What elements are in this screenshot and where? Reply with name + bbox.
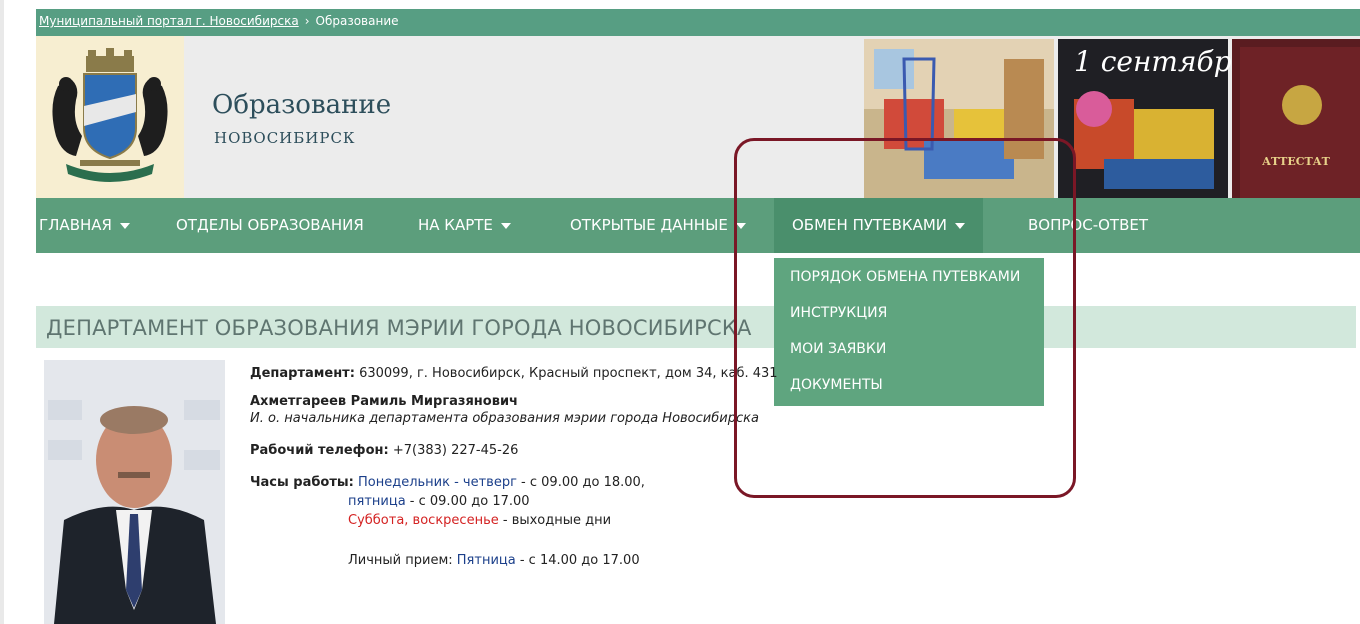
coat-of-arms-icon xyxy=(52,48,168,182)
main-nav: ГЛАВНАЯ ОТДЕЛЫ ОБРАЗОВАНИЯ НА КАРТЕ ОТКР… xyxy=(36,198,1360,253)
city-crest-logo[interactable] xyxy=(36,36,184,198)
hours-weekend-text: - выходные дни xyxy=(498,513,612,528)
head-portrait-photo xyxy=(44,360,225,624)
breadcrumb-portal-link[interactable]: Муниципальный портал г. Новосибирска xyxy=(39,14,299,28)
chevron-down-icon xyxy=(500,222,511,229)
reception-line: Личный прием: Пятница - с 14.00 до 17.00 xyxy=(348,553,640,568)
chevron-down-icon xyxy=(119,222,130,229)
head-position: И. о. начальника департамента образовани… xyxy=(250,411,759,426)
nav-item-label: ГЛАВНАЯ xyxy=(39,216,112,234)
address-label: Департамент: xyxy=(250,366,355,381)
hours-line-2: пятница - с 09.00 до 17.00 xyxy=(348,494,530,509)
site-header: Образование НОВОСИБИРСК 1 сентября АТТЕС… xyxy=(36,36,1360,198)
reception-label: Личный прием: xyxy=(348,553,457,568)
hours-days-friday: пятница xyxy=(348,494,406,509)
hours-days-weekend: Суббота, воскресенье xyxy=(348,513,499,528)
department-heading-bar: ДЕПАРТАМЕНТ ОБРАЗОВАНИЯ МЭРИИ ГОРОДА НОВ… xyxy=(36,306,1356,348)
phone-value: +7(383) 227-45-26 xyxy=(392,443,519,458)
reception-day: Пятница xyxy=(456,553,516,568)
portrait-image xyxy=(44,360,225,624)
address-value: 630099, г. Новосибирск, Красный проспект… xyxy=(359,366,778,381)
address-line: Департамент: 630099, г. Новосибирск, Кра… xyxy=(250,366,778,381)
hours-time-friday: - с 09.00 до 17.00 xyxy=(405,494,530,509)
left-edge xyxy=(0,0,4,624)
hours-days-weekdays: Понедельник - четверг xyxy=(357,475,517,490)
phone-line: Рабочий телефон: +7(383) 227-45-26 xyxy=(250,443,518,458)
department-heading: ДЕПАРТАМЕНТ ОБРАЗОВАНИЯ МЭРИИ ГОРОДА НОВ… xyxy=(46,316,752,340)
hours-line-1: Часы работы: Понедельник - четверг - с 0… xyxy=(250,475,645,490)
head-name: Ахметгареев Рамиль Миргазянович xyxy=(250,394,518,409)
nav-item-label: ОТКРЫТЫЕ ДАННЫЕ xyxy=(570,216,728,234)
nav-item-home[interactable]: ГЛАВНАЯ xyxy=(39,198,130,253)
phone-label: Рабочий телефон: xyxy=(250,443,389,458)
hours-time-weekdays: - с 09.00 до 18.00, xyxy=(516,475,645,490)
site-subtitle: НОВОСИБИРСК xyxy=(214,129,356,147)
site-title[interactable]: Образование xyxy=(212,90,391,120)
breadcrumb-bar: Муниципальный портал г. Новосибирска › Обр… xyxy=(36,9,1360,36)
highlight-annotation-box xyxy=(734,138,1076,498)
breadcrumb-separator: › xyxy=(304,14,310,28)
banner-text-certificate: АТТЕСТАТ xyxy=(1262,155,1331,168)
breadcrumb: Муниципальный портал г. Новосибирска › Обр… xyxy=(39,14,399,28)
breadcrumb-current: Образование xyxy=(315,14,399,28)
nav-item-map[interactable]: НА КАРТЕ xyxy=(418,198,511,253)
nav-item-label: НА КАРТЕ xyxy=(418,216,493,234)
nav-item-open-data[interactable]: ОТКРЫТЫЕ ДАННЫЕ xyxy=(570,198,746,253)
reception-time: - с 14.00 до 17.00 xyxy=(515,553,640,568)
nav-item-label: ОТДЕЛЫ ОБРАЗОВАНИЯ xyxy=(176,216,364,234)
banner-text-september: 1 сентября xyxy=(1074,45,1250,78)
head-name-text: Ахметгареев Рамиль Миргазянович xyxy=(250,394,518,409)
nav-item-departments[interactable]: ОТДЕЛЫ ОБРАЗОВАНИЯ xyxy=(176,198,364,253)
hours-line-3: Суббота, воскресенье - выходные дни xyxy=(348,513,611,528)
hours-label: Часы работы: xyxy=(250,475,354,490)
